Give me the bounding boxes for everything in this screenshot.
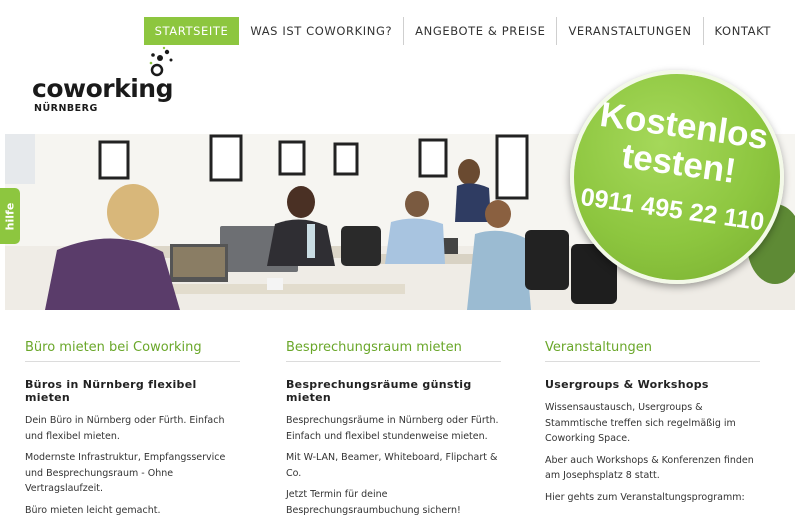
column-paragraph: Hier gehts zum Veranstaltungsprogramm: (545, 491, 745, 503)
column-paragraph: Modernste Infrastruktur, Empfangsservice… (25, 452, 226, 494)
nav-veranstaltungen[interactable]: VERANSTALTUNGEN (556, 17, 702, 45)
nav-was-ist-coworking[interactable]: WAS IST COWORKING? (239, 17, 403, 45)
column-besprechungsraum: Besprechungsraum mieten Besprechungsräum… (286, 340, 501, 524)
logo-city: NÜRNBERG (34, 103, 98, 114)
logo-wordmark: coworking (32, 74, 173, 103)
main-nav: STARTSEITE WAS IST COWORKING? ANGEBOTE &… (143, 17, 782, 45)
help-side-tab[interactable]: hilfe (0, 188, 20, 244)
column-title[interactable]: Veranstaltungen (545, 340, 760, 362)
column-paragraph: Wissensaustausch, Usergroups & Stammtisc… (545, 402, 736, 444)
column-paragraph: Jetzt Termin für deine Besprechungsraumb… (286, 489, 461, 516)
column-paragraph: Besprechungsräume in Nürnberg oder Fürth… (286, 415, 499, 442)
column-subtitle: Büros in Nürnberg flexibel mieten (25, 378, 197, 404)
column-subtitle: Besprechungsräume günstig mieten (286, 378, 472, 404)
help-tab-label: hilfe (3, 202, 17, 230)
nav-kontakt[interactable]: KONTAKT (702, 17, 782, 45)
column-paragraph: Mit W-LAN, Beamer, Whiteboard, Flipchart… (286, 452, 498, 479)
site-logo[interactable]: coworking NÜRNBERG (32, 46, 192, 116)
column-buero-mieten: Büro mieten bei Coworking Büros in Nürnb… (25, 340, 240, 524)
column-title[interactable]: Besprechungsraum mieten (286, 340, 501, 362)
column-subtitle: Usergroups & Workshops (545, 378, 709, 391)
nav-angebote-preise[interactable]: ANGEBOTE & PREISE (403, 17, 556, 45)
column-paragraph: Dein Büro in Nürnberg oder Fürth. Einfac… (25, 415, 225, 442)
nav-startseite[interactable]: STARTSEITE (143, 17, 240, 45)
column-veranstaltungen: Veranstaltungen Usergroups & Workshops W… (545, 340, 760, 511)
column-paragraph: Aber auch Workshops & Konferenzen finden… (545, 454, 754, 482)
column-title[interactable]: Büro mieten bei Coworking (25, 340, 240, 362)
column-paragraph: Büro mieten leicht gemacht. (25, 504, 161, 516)
